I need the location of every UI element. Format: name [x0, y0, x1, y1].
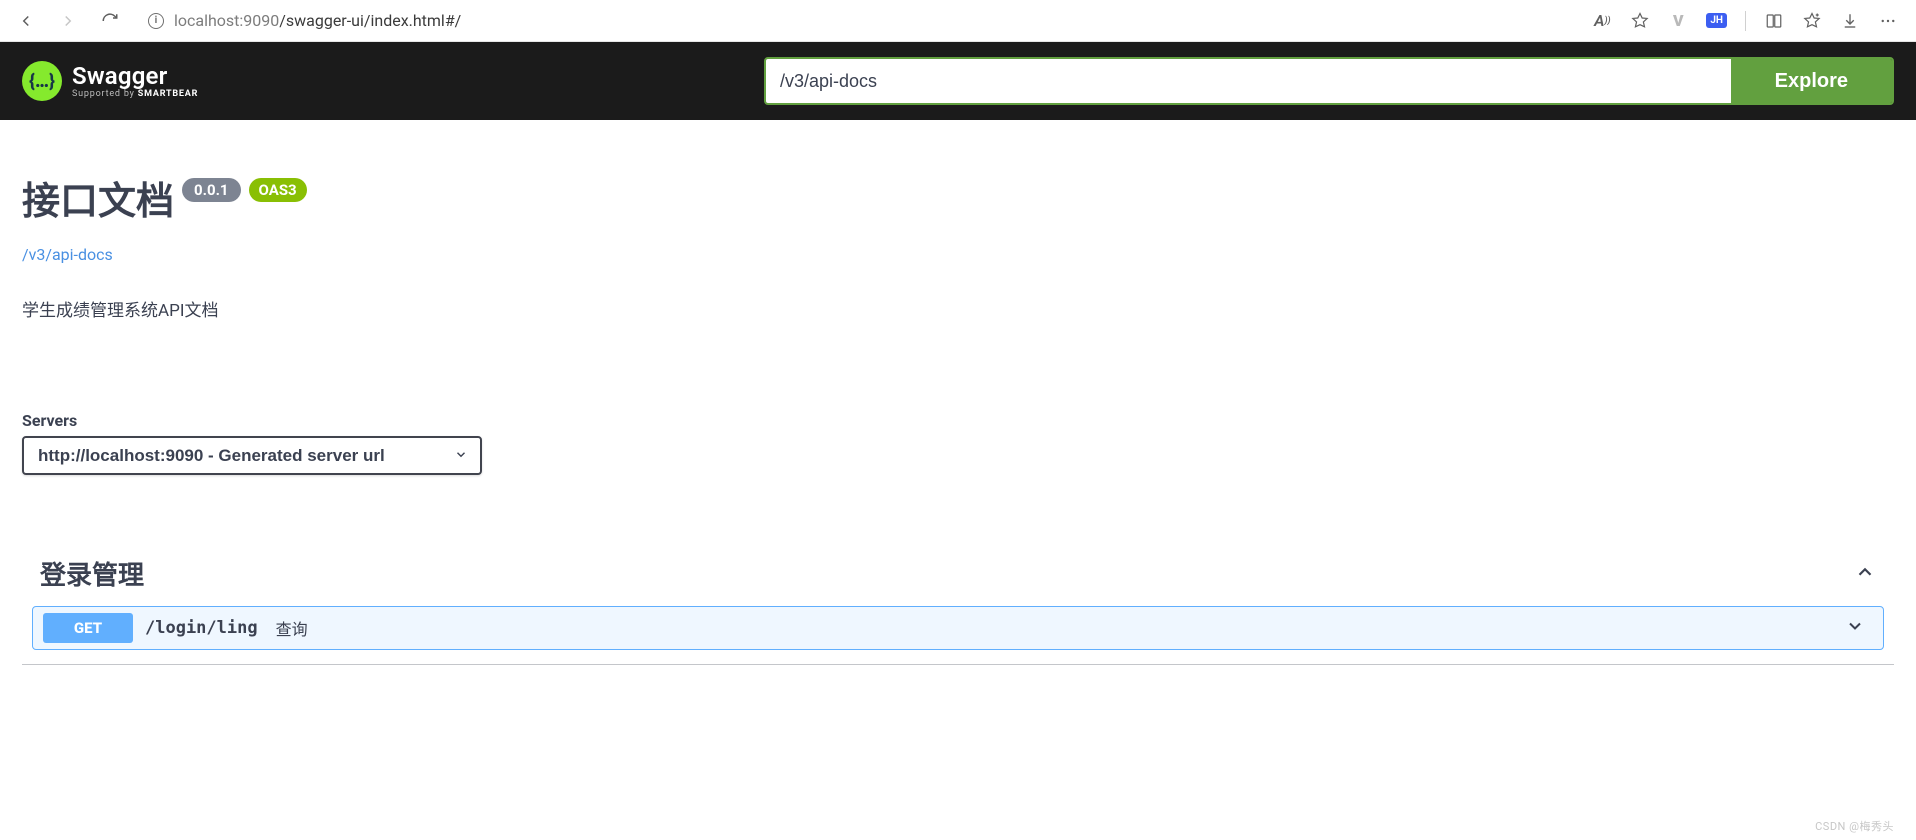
api-description: 学生成绩管理系统API文档	[22, 296, 1894, 321]
operation-path: /login/ling	[145, 618, 258, 638]
read-aloud-icon[interactable]: A))	[1592, 11, 1612, 31]
api-docs-link[interactable]: /v3/api-docs	[22, 245, 113, 264]
forward-button[interactable]	[54, 7, 82, 35]
api-title: 接口文档	[22, 170, 174, 225]
swagger-topbar: {…} Swagger Supported by SMARTBEAR Explo…	[0, 42, 1916, 120]
page-scroll[interactable]: {…} Swagger Supported by SMARTBEAR Explo…	[0, 42, 1916, 840]
watermark: CSDN @梅秀头	[1815, 818, 1894, 834]
split-icon[interactable]	[1764, 11, 1784, 31]
swagger-main: 接口文档 0.0.1 OAS3 /v3/api-docs 学生成绩管理系统API…	[0, 120, 1916, 840]
spec-url-input[interactable]	[766, 59, 1731, 103]
version-badge: 0.0.1	[182, 178, 241, 202]
server-select-wrap: http://localhost:9090 - Generated server…	[22, 436, 482, 475]
chevron-up-icon	[1854, 561, 1876, 587]
operation-block[interactable]: GET /login/ling 查询	[32, 606, 1884, 650]
browser-toolbar: i localhost:9090/swagger-ui/index.html#/…	[0, 0, 1916, 42]
server-select[interactable]: http://localhost:9090 - Generated server…	[22, 436, 482, 475]
url-text: localhost:9090/swagger-ui/index.html#/	[174, 11, 461, 30]
chevron-down-icon	[1845, 616, 1873, 640]
tag-section: 登录管理 GET /login/ling 查询	[22, 545, 1894, 665]
servers-label: Servers	[22, 411, 1894, 430]
http-method-badge: GET	[43, 613, 133, 643]
explore-form: Explore	[764, 57, 1894, 105]
back-button[interactable]	[12, 7, 40, 35]
tag-name: 登录管理	[40, 555, 144, 592]
jh-badge-icon[interactable]: JH	[1706, 13, 1727, 28]
star-icon[interactable]	[1630, 11, 1650, 31]
favorites-icon[interactable]	[1802, 11, 1822, 31]
swagger-logo[interactable]: {…} Swagger Supported by SMARTBEAR	[22, 61, 198, 101]
operation-summary: 查询	[276, 616, 308, 640]
more-icon[interactable]	[1878, 11, 1898, 31]
api-title-row: 接口文档 0.0.1 OAS3	[22, 170, 1894, 225]
swagger-logo-text: Swagger	[72, 64, 198, 88]
oas-badge: OAS3	[249, 178, 307, 202]
tag-header[interactable]: 登录管理	[22, 545, 1894, 606]
swagger-logo-icon: {…}	[22, 61, 62, 101]
filler	[22, 665, 1894, 840]
explore-button[interactable]: Explore	[1731, 59, 1892, 103]
divider	[1745, 11, 1746, 31]
swagger-logo-subtext: Supported by SMARTBEAR	[72, 90, 198, 99]
site-info-icon[interactable]: i	[148, 13, 164, 29]
address-bar[interactable]: i localhost:9090/swagger-ui/index.html#/	[138, 6, 1578, 36]
reload-button[interactable]	[96, 7, 124, 35]
servers-block: Servers http://localhost:9090 - Generate…	[22, 411, 1894, 475]
download-icon[interactable]	[1840, 11, 1860, 31]
browser-actions: A)) V JH	[1592, 11, 1904, 31]
vue-ext-icon[interactable]: V	[1668, 11, 1688, 31]
operation-row[interactable]: GET /login/ling 查询	[33, 607, 1883, 649]
